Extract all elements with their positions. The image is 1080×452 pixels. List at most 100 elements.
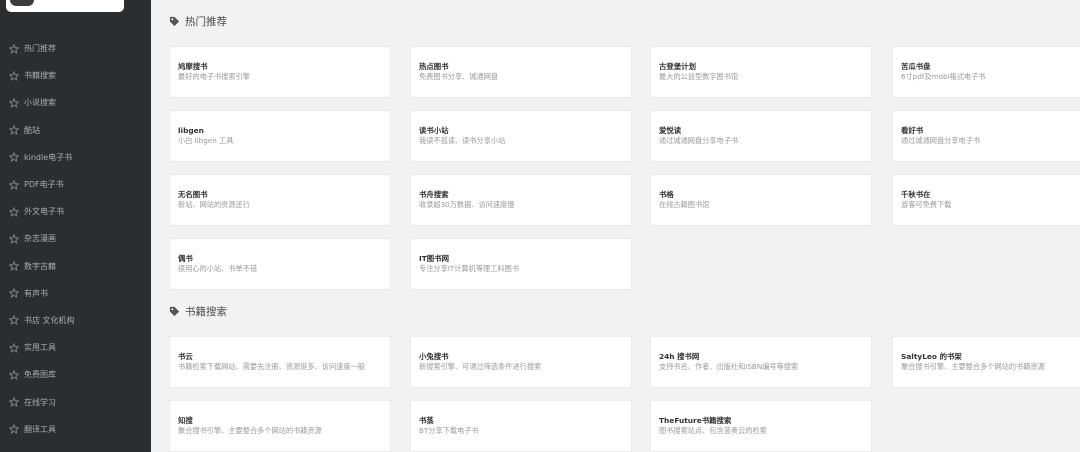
site-card[interactable]: SaltyLeo 的书架 聚合搜书引擎、主要整合多个网站的书籍资源 (892, 336, 1080, 388)
site-card-title: 偶书 (178, 254, 193, 263)
site-card-title: 知搜 (178, 416, 193, 425)
sidebar-item[interactable]: 书籍搜索 (0, 62, 151, 89)
site-card-title: 24h 搜书网 (659, 352, 700, 361)
sidebar-item[interactable]: 热门推荐 (0, 35, 151, 62)
site-card-title: 小兔搜书 (419, 352, 449, 361)
star-icon (9, 397, 19, 407)
logo[interactable] (6, 0, 124, 12)
site-card-desc: 最大的公益型数字图书馆 (659, 72, 739, 81)
site-card-desc: 图书搜索站点、包含蓝奏云的检索 (659, 426, 767, 435)
star-icon (9, 152, 19, 163)
site-card-desc: 聚合搜书引擎、主要整合多个网站的书籍资源 (178, 426, 322, 435)
star-icon (9, 179, 19, 190)
site-card-title: IT图书网 (419, 254, 449, 263)
sidebar-nav: 热门推荐书籍搜索小说搜索酷站 kindle电子书 PDF电子书外文电子书杂志漫画数字… (0, 35, 151, 443)
site-card-desc: 支持书名、作者、出版社和ISBN编号等搜索 (659, 362, 799, 371)
sidebar-item[interactable]: 小说搜索 (0, 89, 151, 116)
site-card-title: 爱悦读 (659, 126, 682, 135)
site-card-title: TheFuture书籍搜索 (659, 416, 732, 425)
site-card[interactable]: 书格 在线古籍图书馆 (650, 174, 872, 226)
sidebar-item[interactable]: 翻译工具 (0, 416, 151, 443)
site-card-title: 鸠摩搜书 (178, 62, 208, 71)
sidebar-item-label: 小说搜索 (24, 98, 56, 108)
site-card-title: SaltyLeo 的书架 (901, 352, 962, 361)
star-icon (9, 288, 19, 299)
star-icon (9, 206, 19, 217)
site-card[interactable]: 鸠摩搜书 最好的电子书搜索引擎 (169, 46, 391, 98)
site-card-desc: BT分享下载电子书 (419, 426, 479, 435)
sidebar-item[interactable]: 在线学习 (0, 388, 151, 415)
site-card[interactable]: 读书小站 我读不孤读、读书分享小站 (410, 110, 632, 162)
site-card[interactable]: 知搜 聚合搜书引擎、主要整合多个网站的书籍资源 (169, 400, 391, 452)
sidebar-item[interactable]: 有声书 (0, 280, 151, 307)
site-card-title: 古登堡计划 (659, 62, 696, 71)
sidebar: 热门推荐书籍搜索小说搜索酷站 kindle电子书 PDF电子书外文电子书杂志漫画数字… (0, 0, 151, 452)
site-card[interactable]: 书舟搜索 收录超30万数据、访问速度慢 (410, 174, 632, 226)
site-card-title: 千秋书在 (901, 190, 931, 199)
site-card[interactable]: libgen 小白 libgen 工具 (169, 110, 391, 162)
sidebar-item[interactable]: 外文电子书 (0, 198, 151, 225)
section-title-text: 书籍搜索 (185, 306, 227, 318)
site-card-desc: 通过城通网盘分享电子书 (901, 136, 981, 145)
sidebar-item-label: 免费图库 (24, 370, 56, 380)
sidebar-item[interactable]: 书店 文化机构 (0, 307, 151, 334)
site-card-desc: 新站、网站的资源还行 (178, 200, 250, 209)
site-card[interactable]: TheFuture书籍搜索 图书搜索站点、包含蓝奏云的检索 (650, 400, 872, 452)
tag-icon (169, 306, 180, 317)
site-card-title: 书蒸 (419, 416, 434, 425)
sidebar-item[interactable]: PDF电子书 (0, 171, 151, 198)
site-card[interactable]: 24h 搜书网 支持书名、作者、出版社和ISBN编号等搜索 (650, 336, 872, 388)
site-card[interactable]: 热点图书 免费图书分享、城通网盘 (410, 46, 632, 98)
site-card-desc: 聚合搜书引擎、主要整合多个网站的书籍资源 (901, 362, 1045, 371)
sidebar-item-label: 有声书 (24, 288, 48, 298)
site-card-desc: 收录超30万数据、访问速度慢 (419, 200, 515, 209)
sidebar-item-label: 在线学习 (24, 397, 56, 407)
site-card[interactable]: 小兔搜书 新搜索引擎、可通过筛选条件进行搜索 (410, 336, 632, 388)
site-card-desc: 6寸pdf及mobi格式电子书 (901, 72, 986, 81)
sidebar-item-label: 热门推荐 (24, 44, 56, 54)
sidebar-item-label: 酷站 (24, 125, 40, 135)
star-icon (9, 233, 19, 244)
site-card[interactable]: 苦瓜书盘 6寸pdf及mobi格式电子书 (892, 46, 1080, 98)
section-title-hot: 热门推荐 (169, 14, 227, 29)
sidebar-item[interactable]: 数字古籍 (0, 253, 151, 280)
sidebar-item-label: 数字古籍 (24, 261, 56, 271)
site-card-desc: 书籍检索下载网站、需要先注册、资源挺多、访问速度一般 (178, 362, 365, 371)
site-card[interactable]: 古登堡计划 最大的公益型数字图书馆 (650, 46, 872, 98)
sidebar-item[interactable]: 实用工具 (0, 334, 151, 361)
tag-icon (169, 16, 180, 27)
sidebar-item-label: 实用工具 (24, 343, 56, 353)
site-card-title: 苦瓜书盘 (901, 62, 931, 71)
site-card[interactable]: 无名图书 新站、网站的资源还行 (169, 174, 391, 226)
sidebar-item-label: 书店 文化机构 (24, 315, 75, 325)
sidebar-item-label: 翻译工具 (24, 424, 56, 434)
sidebar-item[interactable]: kindle电子书 (0, 144, 151, 171)
sidebar-item[interactable]: 免费图库 (0, 361, 151, 388)
main-content: 热门推荐 鸠摩搜书 最好的电子书搜索引擎 热点图书 免费图书分享、城通网盘 古登堡计划最… (151, 0, 1080, 452)
site-card-desc: 新搜索引擎、可通过筛选条件进行搜索 (419, 362, 542, 371)
site-card-desc: 我读不孤读、读书分享小站 (419, 136, 506, 145)
site-card-desc: 通过城通网盘分享电子书 (659, 136, 739, 145)
sidebar-item-label: 外文电子书 (24, 207, 64, 217)
site-card[interactable]: IT图书网 专注分享IT计算机等理工科图书 (410, 238, 632, 290)
star-icon (9, 125, 19, 136)
sidebar-item[interactable]: 酷站 (0, 117, 151, 144)
site-card-title: 看好书 (901, 126, 924, 135)
site-card[interactable]: 书云 书籍检索下载网站、需要先注册、资源挺多、访问速度一般 (169, 336, 391, 388)
site-card-desc: 小白 libgen 工具 (178, 136, 234, 145)
sidebar-item-label: kindle电子书 (24, 152, 73, 162)
star-icon (9, 43, 19, 54)
site-card[interactable]: 偶书 很用心的小站、书单不错 (169, 238, 391, 290)
site-card-title: 热点图书 (419, 62, 449, 71)
sidebar-item[interactable]: 杂志漫画 (0, 225, 151, 252)
site-card[interactable]: 看好书 通过城通网盘分享电子书 (892, 110, 1080, 162)
site-card[interactable]: 千秋书在 游客可免费下载 (892, 174, 1080, 226)
site-card-title: 无名图书 (178, 190, 208, 199)
site-card-desc: 很用心的小站、书单不错 (178, 264, 258, 273)
site-card-desc: 专注分享IT计算机等理工科图书 (419, 264, 519, 273)
site-card-desc: 游客可免费下载 (901, 200, 952, 209)
site-card[interactable]: 书蒸 BT分享下载电子书 (410, 400, 632, 452)
site-card[interactable]: 爱悦读 通过城通网盘分享电子书 (650, 110, 872, 162)
sidebar-item-label: 书籍搜索 (24, 71, 56, 81)
section-title-book-search: 书籍搜索 (169, 304, 227, 319)
